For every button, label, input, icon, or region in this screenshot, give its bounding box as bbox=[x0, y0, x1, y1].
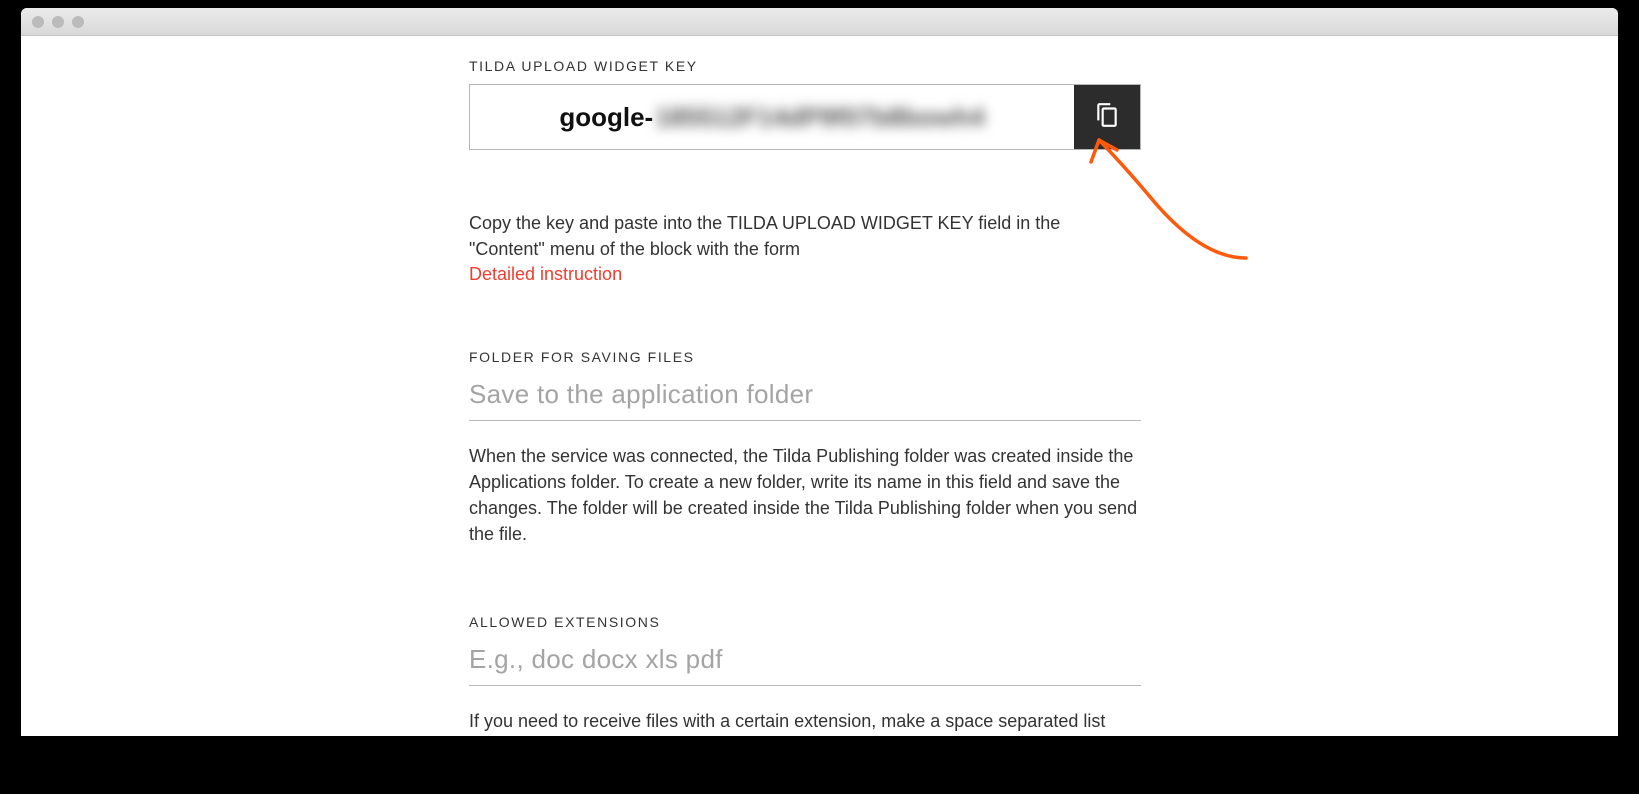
folder-label: FOLDER FOR SAVING FILES bbox=[469, 349, 1141, 365]
widget-key-description: Copy the key and paste into the TILDA UP… bbox=[469, 210, 1141, 262]
form-column: TILDA UPLOAD WIDGET KEY google-185512F14… bbox=[469, 58, 1141, 736]
spacer bbox=[469, 550, 1141, 614]
widget-key-row: google-185512F14dP9f07b8bowh4 bbox=[469, 84, 1141, 150]
traffic-light-minimize[interactable] bbox=[52, 16, 64, 28]
spacer bbox=[469, 285, 1141, 349]
copy-icon bbox=[1094, 102, 1120, 133]
extensions-input[interactable] bbox=[469, 640, 1141, 686]
window-titlebar bbox=[21, 8, 1618, 36]
widget-key-field[interactable]: google-185512F14dP9f07b8bowh4 bbox=[470, 85, 1074, 149]
widget-key-prefix: google- bbox=[559, 102, 653, 133]
traffic-light-close[interactable] bbox=[32, 16, 44, 28]
detailed-instruction-link[interactable]: Detailed instruction bbox=[469, 264, 1141, 285]
widget-key-masked: 185512F14dP9f07b8bowh4 bbox=[655, 102, 985, 133]
folder-input[interactable] bbox=[469, 375, 1141, 421]
app-window: TILDA UPLOAD WIDGET KEY google-185512F14… bbox=[21, 8, 1618, 736]
extensions-label: ALLOWED EXTENSIONS bbox=[469, 614, 1141, 630]
widget-key-label: TILDA UPLOAD WIDGET KEY bbox=[469, 58, 1141, 74]
extensions-description: If you need to receive files with a cert… bbox=[469, 708, 1141, 736]
content-area: TILDA UPLOAD WIDGET KEY google-185512F14… bbox=[21, 36, 1618, 736]
copy-button[interactable] bbox=[1074, 85, 1140, 149]
folder-description: When the service was connected, the Tild… bbox=[469, 443, 1141, 547]
traffic-light-zoom[interactable] bbox=[72, 16, 84, 28]
